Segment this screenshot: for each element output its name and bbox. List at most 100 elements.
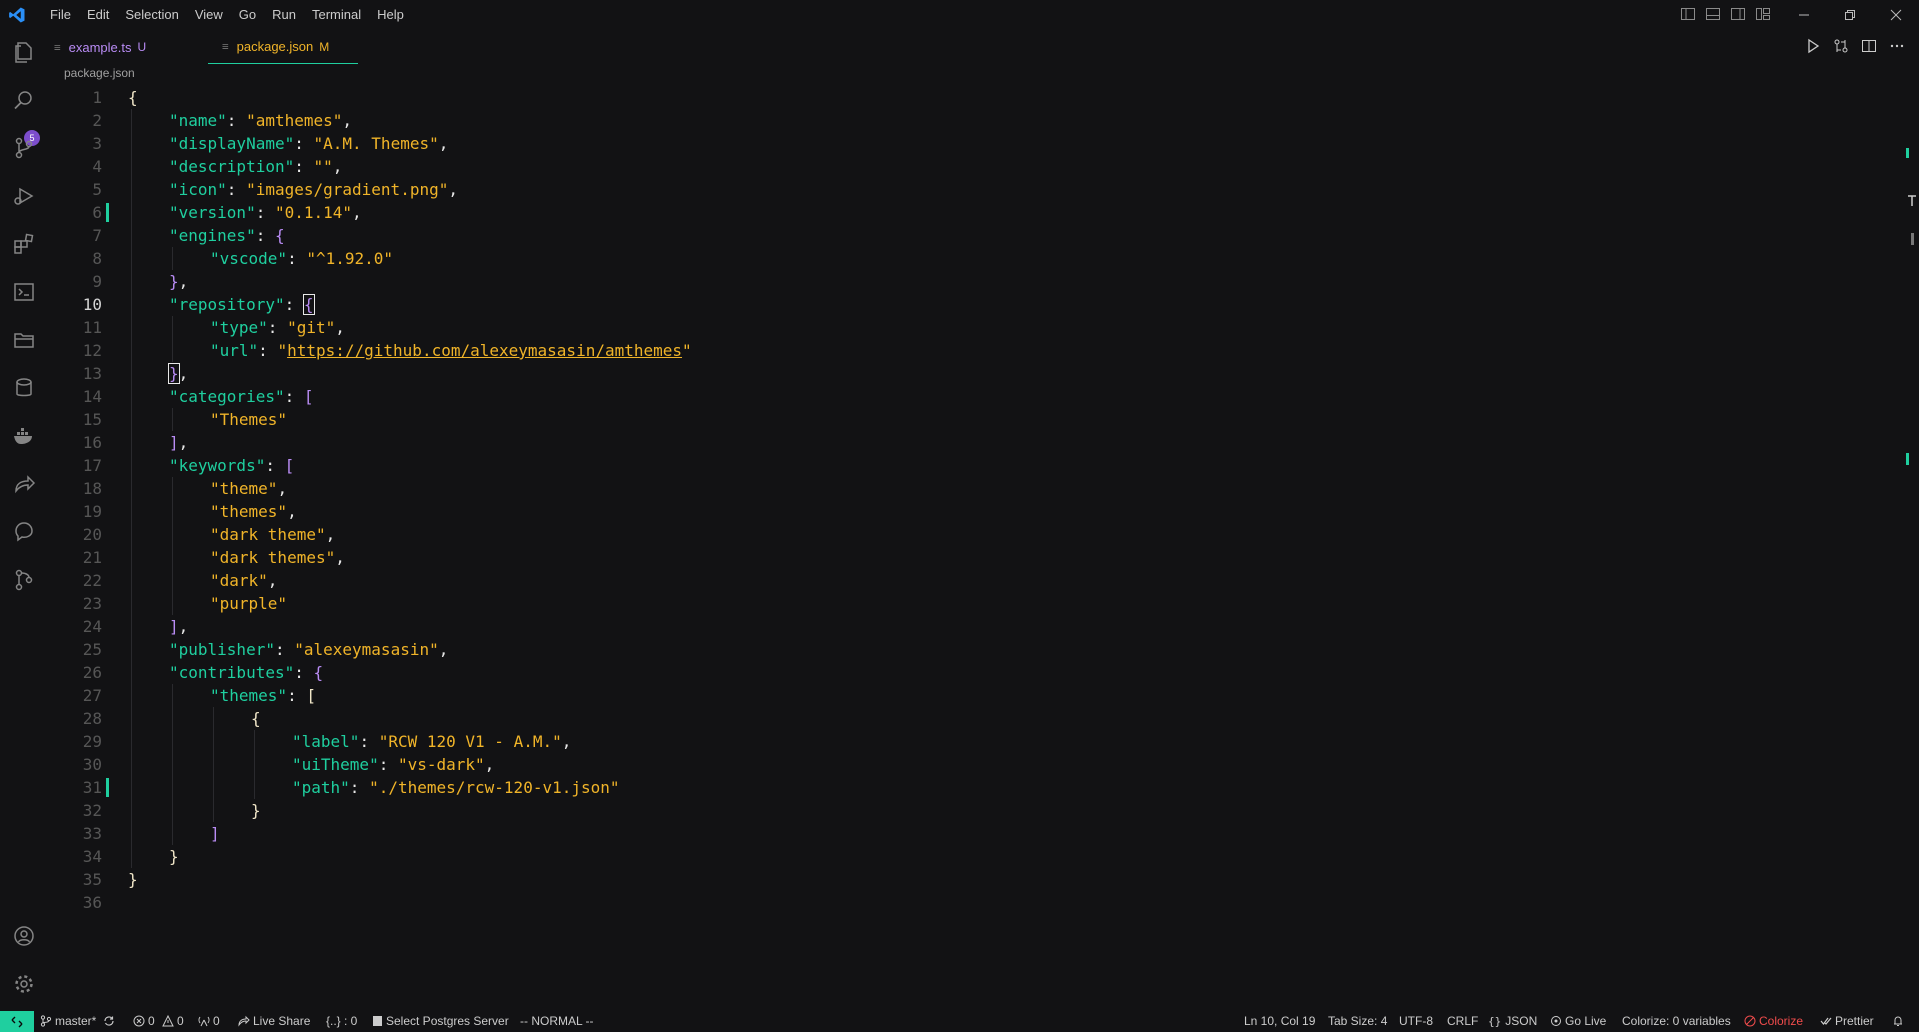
code-line[interactable]: 18 "theme",	[48, 477, 1898, 500]
code-line[interactable]: 15 "Themes"	[48, 408, 1898, 431]
code-line[interactable]: 36	[48, 891, 1898, 914]
code-line[interactable]: 1{	[48, 86, 1898, 109]
code-line[interactable]: 10 "repository": {	[48, 293, 1898, 316]
code-text: "purple"	[210, 592, 287, 615]
more-actions-icon[interactable]	[1889, 38, 1905, 54]
encoding[interactable]: UTF-8	[1399, 1011, 1433, 1032]
code-line[interactable]: 21 "dark themes",	[48, 546, 1898, 569]
menu-help[interactable]: Help	[369, 0, 412, 30]
code-line[interactable]: 33]	[48, 822, 1898, 845]
database-icon[interactable]	[10, 374, 38, 402]
toggle-secondary-sidebar-icon[interactable]	[1730, 6, 1746, 22]
search-icon[interactable]	[10, 86, 38, 114]
code-token[interactable]: https://github.com/alexeymasasin/amtheme…	[287, 341, 682, 360]
menu-file[interactable]: File	[42, 0, 79, 30]
prettier-status[interactable]: Prettier	[1820, 1011, 1874, 1032]
end-of-line[interactable]: CRLF	[1447, 1011, 1478, 1032]
code-line[interactable]: 7 "engines": {	[48, 224, 1898, 247]
extensions-icon[interactable]	[10, 230, 38, 258]
code-line[interactable]: 20 "dark theme",	[48, 523, 1898, 546]
code-line[interactable]: 22 "dark",	[48, 569, 1898, 592]
remote-indicator[interactable]	[0, 1011, 34, 1032]
code-line[interactable]: 11 "type": "git",	[48, 316, 1898, 339]
code-token: }	[169, 272, 179, 291]
code-line[interactable]: 27 "themes": [	[48, 684, 1898, 707]
code-line[interactable]: 4 "description": "",	[48, 155, 1898, 178]
code-line[interactable]: 19 "themes",	[48, 500, 1898, 523]
code-line[interactable]: 31 "path": "./themes/rcw-120-v1.json"	[48, 776, 1898, 799]
minimize-icon[interactable]	[1781, 0, 1827, 30]
modified-line-marker[interactable]	[106, 778, 109, 797]
code-line[interactable]: 23 "purple"	[48, 592, 1898, 615]
code-line[interactable]: 17 "keywords": [	[48, 454, 1898, 477]
sync-icon[interactable]	[103, 1011, 118, 1032]
ports-status[interactable]: 0	[198, 1011, 220, 1032]
restore-icon[interactable]	[1827, 0, 1873, 30]
code-line[interactable]: 16],	[48, 431, 1898, 454]
bracket-count[interactable]: {..} : 0	[326, 1011, 357, 1032]
code-line[interactable]: 35}	[48, 868, 1898, 891]
breadcrumb[interactable]: package.json	[64, 66, 135, 80]
code-line[interactable]: 3 "displayName": "A.M. Themes",	[48, 132, 1898, 155]
code-line[interactable]: 29 "label": "RCW 120 V1 - A.M.",	[48, 730, 1898, 753]
code-line[interactable]: 34}	[48, 845, 1898, 868]
go-live[interactable]: Go Live	[1550, 1011, 1606, 1032]
code-line[interactable]: 12 "url": "https://github.com/alexeymasas…	[48, 339, 1898, 362]
code-editor[interactable]: 1{2 "name": "amthemes", 3 "displayName": "A…	[48, 86, 1903, 1010]
terminal-icon[interactable]	[10, 278, 38, 306]
code-line[interactable]: 6 "version": "0.1.14",	[48, 201, 1898, 224]
explorer-icon[interactable]	[10, 38, 38, 66]
source-control-icon[interactable]	[10, 134, 38, 162]
remote-explorer-icon[interactable]	[10, 518, 38, 546]
menu-view[interactable]: View	[187, 0, 231, 30]
settings-gear-icon[interactable]	[10, 970, 38, 998]
code-line[interactable]: 26 "contributes": {	[48, 661, 1898, 684]
split-editor-icon[interactable]	[1861, 38, 1877, 54]
menu-go[interactable]: Go	[231, 0, 264, 30]
run-icon[interactable]	[1805, 38, 1821, 54]
code-line[interactable]: 8 "vscode": "^1.92.0"	[48, 247, 1898, 270]
code-token: "themes"	[210, 502, 288, 521]
tab-example-ts[interactable]: ≡ example.ts U	[54, 30, 204, 64]
colorize-variables[interactable]: Colorize: 0 variables	[1622, 1011, 1731, 1032]
menu-edit[interactable]: Edit	[79, 0, 117, 30]
code-line[interactable]: 28 {	[48, 707, 1898, 730]
postgres-status[interactable]: Select Postgres Server	[372, 1011, 509, 1032]
run-debug-icon[interactable]	[10, 182, 38, 210]
code-line[interactable]: 9},	[48, 270, 1898, 293]
code-line[interactable]: 13},	[48, 362, 1898, 385]
accounts-icon[interactable]	[10, 922, 38, 950]
code-line[interactable]: 32}	[48, 799, 1898, 822]
tab-package-json[interactable]: ≡ package.json M	[208, 30, 358, 64]
toggle-primary-sidebar-icon[interactable]	[1680, 6, 1696, 22]
open-changes-icon[interactable]	[1833, 38, 1849, 54]
close-icon[interactable]	[1873, 0, 1919, 30]
docker-icon[interactable]	[10, 422, 38, 450]
language-mode[interactable]: {} JSON	[1488, 1011, 1537, 1032]
menu-run[interactable]: Run	[264, 0, 304, 30]
live-share-status[interactable]: Live Share	[238, 1011, 310, 1032]
notifications-bell-icon[interactable]	[1892, 1011, 1907, 1032]
code-line[interactable]: 25 "publisher": "alexeymasasin",	[48, 638, 1898, 661]
tab-size[interactable]: Tab Size: 4	[1328, 1011, 1387, 1032]
code-line[interactable]: 5 "icon": "images/gradient.png",	[48, 178, 1898, 201]
cursor-position[interactable]: Ln 10, Col 19	[1244, 1011, 1315, 1032]
live-share-icon[interactable]	[10, 470, 38, 498]
customize-layout-icon[interactable]	[1755, 6, 1771, 22]
git-graph-icon[interactable]	[10, 566, 38, 594]
code-text: "theme",	[210, 477, 287, 500]
code-line[interactable]: 30 "uiTheme": "vs-dark",	[48, 753, 1898, 776]
code-token: }	[128, 870, 138, 889]
menu-selection[interactable]: Selection	[117, 0, 186, 30]
code-line[interactable]: 24],	[48, 615, 1898, 638]
problems-status[interactable]: 0 0	[133, 1011, 184, 1032]
menu-terminal[interactable]: Terminal	[304, 0, 369, 30]
code-line[interactable]: 2 "name": "amthemes",	[48, 109, 1898, 132]
branch-status[interactable]: master*	[40, 1011, 96, 1032]
modified-line-marker[interactable]	[106, 203, 109, 222]
code-line[interactable]: 14 "categories": [	[48, 385, 1898, 408]
project-manager-icon[interactable]	[10, 326, 38, 354]
scroll-thumb[interactable]	[1911, 233, 1914, 245]
colorize-toggle[interactable]: Colorize	[1744, 1011, 1803, 1032]
toggle-panel-icon[interactable]	[1705, 6, 1721, 22]
